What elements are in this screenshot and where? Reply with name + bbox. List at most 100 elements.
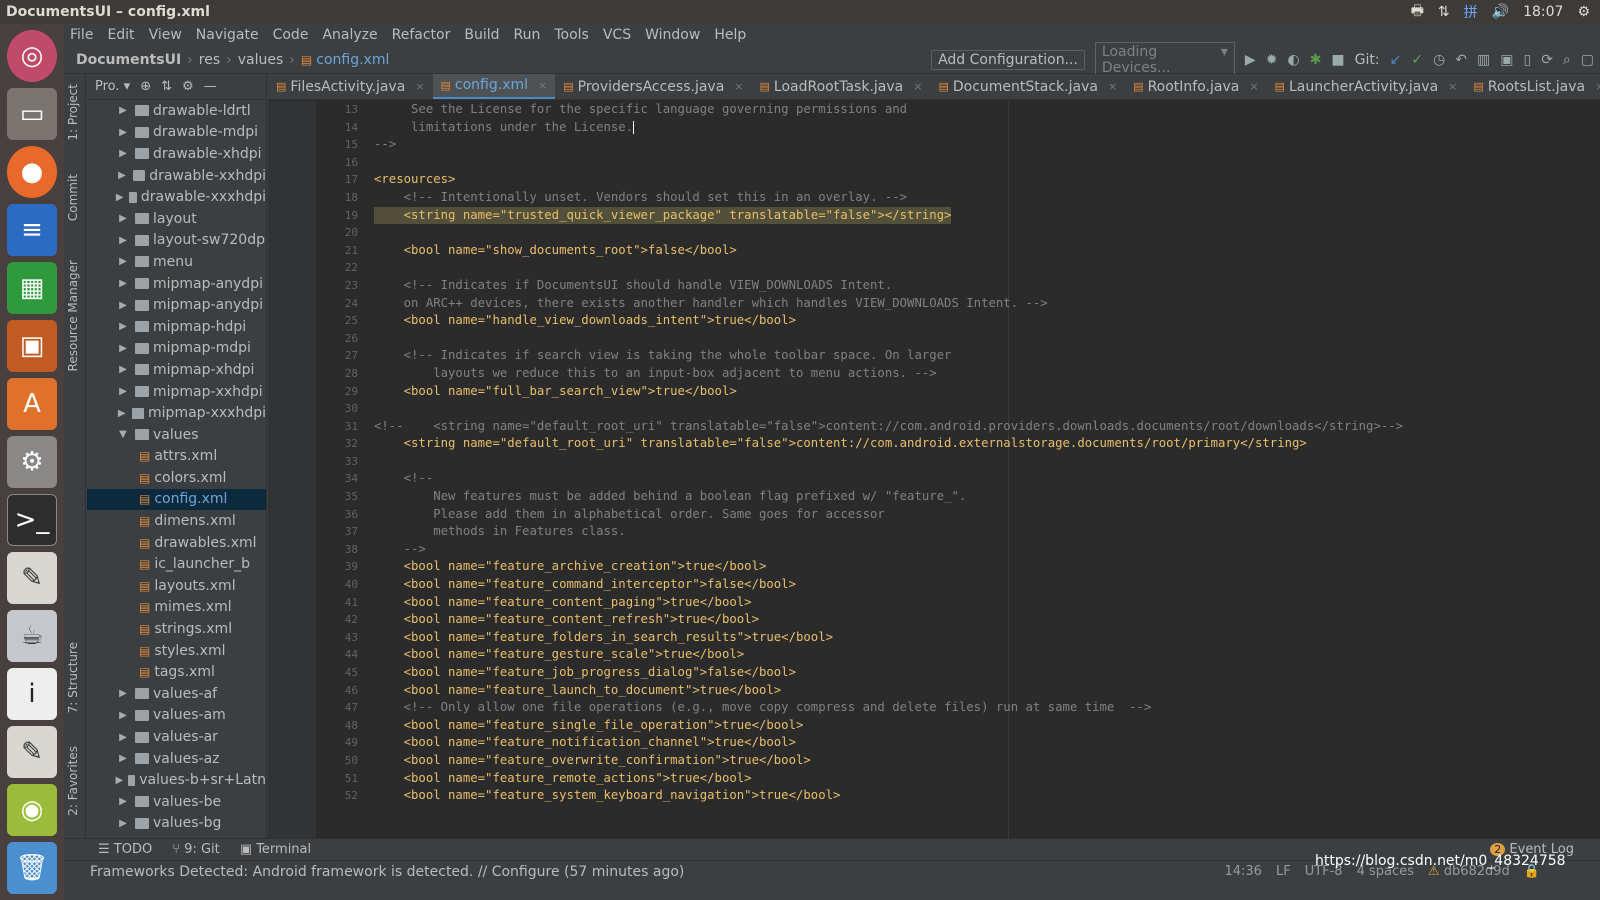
- trash-icon[interactable]: 🗑: [7, 842, 57, 894]
- tree-file[interactable]: ▤ layouts.xml: [87, 575, 266, 597]
- search-icon[interactable]: ⌕: [1563, 52, 1571, 68]
- firefox-icon[interactable]: ●: [7, 146, 57, 198]
- tree-file[interactable]: ▤ config.xml: [87, 488, 266, 511]
- tree-folder[interactable]: ▶ mipmap-mdpi: [87, 338, 266, 360]
- collapse-all-icon[interactable]: ⇅: [161, 79, 172, 94]
- breadcrumb-res[interactable]: res: [199, 52, 220, 68]
- tab-structure[interactable]: 7: Structure: [66, 642, 80, 713]
- tree-file[interactable]: ▤ attrs.xml: [87, 446, 266, 468]
- software-center-icon[interactable]: A: [7, 378, 57, 430]
- menu-vcs[interactable]: VCS: [603, 27, 631, 43]
- chevron-right-icon[interactable]: ▶: [115, 818, 131, 829]
- chevron-right-icon[interactable]: ▶: [115, 256, 131, 267]
- settings-icon[interactable]: ⚙: [7, 436, 57, 488]
- breadcrumb-values[interactable]: values: [238, 52, 284, 68]
- tree-file[interactable]: ▤ mimes.xml: [87, 597, 266, 619]
- chevron-right-icon[interactable]: ▶: [115, 321, 131, 332]
- java-icon[interactable]: ☕: [7, 610, 57, 662]
- user-icon[interactable]: ▢: [1581, 52, 1594, 68]
- chevron-right-icon[interactable]: ▶: [115, 127, 131, 138]
- editor-tab[interactable]: ▤ DocumentStack.java ×: [930, 74, 1125, 99]
- menu-refactor[interactable]: Refactor: [392, 27, 451, 43]
- debug-icon[interactable]: ✹: [1266, 52, 1278, 68]
- chevron-right-icon[interactable]: ▶: [115, 408, 128, 419]
- terminal-icon[interactable]: >_: [7, 494, 57, 546]
- tree-folder[interactable]: ▶ mipmap-xxhdpi: [87, 381, 266, 403]
- tree-folder[interactable]: ▶ values-bg: [87, 813, 266, 835]
- tree-folder[interactable]: ▶ values-ar: [87, 726, 266, 748]
- chevron-right-icon[interactable]: ▶: [115, 148, 131, 159]
- printer-icon[interactable]: 🖶: [1411, 0, 1424, 24]
- chevron-right-icon[interactable]: ▶: [115, 343, 131, 354]
- text-editor-icon[interactable]: ✎: [7, 552, 57, 604]
- close-icon[interactable]: ×: [913, 80, 922, 93]
- todo-tab[interactable]: ☰ TODO: [98, 842, 152, 857]
- run-icon[interactable]: ▶: [1245, 52, 1256, 68]
- close-icon[interactable]: ×: [1108, 80, 1117, 93]
- chevron-right-icon[interactable]: ▶: [115, 688, 131, 699]
- tree-folder[interactable]: ▶ mipmap-xhdpi: [87, 359, 266, 381]
- chevron-right-icon[interactable]: ▶: [115, 213, 131, 224]
- tree-folder[interactable]: ▼ values: [87, 424, 266, 446]
- add-configuration-button[interactable]: Add Configuration...: [931, 49, 1085, 70]
- tree-folder[interactable]: ▶ menu: [87, 251, 266, 273]
- chevron-right-icon[interactable]: ▶: [115, 386, 131, 397]
- menu-analyze[interactable]: Analyze: [322, 27, 377, 43]
- ubuntu-icon[interactable]: ◎: [7, 30, 57, 82]
- menu-file[interactable]: File: [70, 27, 93, 43]
- tree-folder[interactable]: ▶ mipmap-anydpi: [87, 294, 266, 316]
- breadcrumb-project[interactable]: DocumentsUI: [76, 52, 181, 68]
- tree-folder[interactable]: ▶ drawable-ldrtl: [87, 100, 266, 122]
- tree-folder[interactable]: ▶ drawable-xxxhdpi: [87, 186, 266, 208]
- tab-commit[interactable]: Commit: [66, 174, 80, 221]
- chevron-right-icon[interactable]: ▶: [115, 235, 131, 246]
- power-gear-icon[interactable]: ⚙: [1577, 4, 1590, 20]
- terminal-tab[interactable]: ▣ Terminal: [240, 842, 311, 857]
- editor-tab[interactable]: ▤ RootInfo.java ×: [1125, 74, 1266, 99]
- tree-file[interactable]: ▤ ic_launcher_b: [87, 553, 266, 575]
- tree-file[interactable]: ▤ colors.xml: [87, 467, 266, 489]
- chevron-right-icon[interactable]: ▶: [115, 775, 124, 786]
- sdk-manager-icon[interactable]: ▣: [1500, 52, 1513, 68]
- tab-project[interactable]: 1: Project: [66, 84, 80, 141]
- tab-resource-manager[interactable]: Resource Manager: [66, 260, 80, 371]
- code-editor[interactable]: 13 See the License for the specific lang…: [316, 101, 1600, 846]
- locate-icon[interactable]: ⊕: [140, 79, 151, 94]
- device-dropdown[interactable]: Loading Devices... ▾: [1094, 41, 1235, 78]
- chevron-down-icon[interactable]: ▼: [115, 429, 131, 440]
- chevron-right-icon[interactable]: ▶: [115, 278, 131, 289]
- minimize-icon[interactable]: —: [204, 79, 217, 94]
- line-separator[interactable]: LF: [1276, 864, 1291, 879]
- tree-folder[interactable]: ▶ mipmap-anydpi: [87, 273, 266, 295]
- tree-file[interactable]: ▤ strings.xml: [87, 618, 266, 640]
- tab-favorites[interactable]: 2: Favorites: [66, 746, 80, 816]
- menu-tools[interactable]: Tools: [554, 27, 589, 43]
- close-icon[interactable]: ×: [734, 80, 743, 93]
- editor-tab[interactable]: ▤ ProvidersAccess.java ×: [555, 74, 751, 99]
- writer-icon[interactable]: ≡: [7, 204, 57, 256]
- attach-debugger-icon[interactable]: ✱: [1310, 52, 1322, 68]
- tree-folder[interactable]: ▶ drawable-mdpi: [87, 122, 266, 144]
- git-tab[interactable]: ⑂ 9: Git: [172, 842, 220, 857]
- calc-icon[interactable]: ▦: [7, 262, 57, 314]
- tree-folder[interactable]: ▶ values-am: [87, 705, 266, 727]
- tree-file[interactable]: ▤ dimens.xml: [87, 510, 266, 532]
- stop-icon[interactable]: ■: [1331, 52, 1344, 68]
- breadcrumb-file[interactable]: config.xml: [316, 52, 389, 68]
- cursor-position[interactable]: 14:36: [1224, 864, 1261, 879]
- chevron-right-icon[interactable]: ▶: [115, 710, 131, 721]
- menu-run[interactable]: Run: [514, 27, 541, 43]
- editor-tab[interactable]: ▤ FilesActivity.java ×: [268, 74, 433, 99]
- sync-gradle-icon[interactable]: ⟳: [1541, 52, 1553, 68]
- close-icon[interactable]: ×: [415, 80, 424, 93]
- editor-tab[interactable]: ▤ LoadRootTask.java ×: [752, 74, 931, 99]
- avd-manager-icon[interactable]: ▯: [1523, 52, 1531, 68]
- close-icon[interactable]: ×: [538, 79, 547, 92]
- tree-folder[interactable]: ▶ layout: [87, 208, 266, 230]
- gear-icon[interactable]: ⚙: [182, 79, 194, 94]
- chevron-right-icon[interactable]: ▶: [115, 364, 131, 375]
- git-update-icon[interactable]: ↙: [1390, 52, 1402, 68]
- menu-window[interactable]: Window: [645, 27, 700, 43]
- chevron-right-icon[interactable]: ▶: [115, 796, 131, 807]
- project-view-dropdown[interactable]: Pro. ▾: [95, 79, 130, 94]
